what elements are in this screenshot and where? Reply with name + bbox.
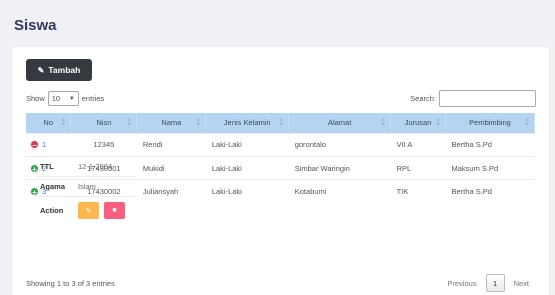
column-header-alamat[interactable]: Alamat ▲ ▼ — [288, 113, 392, 133]
add-button[interactable]: ✎ Tambah — [26, 59, 92, 81]
table-info: Showing 1 to 3 of 3 entries — [26, 279, 115, 288]
agama-value: Islam — [78, 182, 96, 191]
jurusan-cell: RPL — [390, 156, 446, 180]
nama-cell: Rendi — [136, 132, 206, 156]
siswa-card: ✎ Tambah Show 10 ▼ entries Search: No ▲ ▼ … — [12, 47, 549, 295]
detail-action: Action ✎ ■ — [40, 202, 130, 219]
expand-icon[interactable]: + — [30, 186, 39, 197]
nama-cell: Mukidi — [136, 156, 206, 180]
nama-cell: Juliansyah — [136, 179, 206, 203]
column-header-no[interactable]: No ▲ ▼ — [26, 113, 72, 133]
edit-icon: ✎ — [85, 207, 92, 215]
column-header-jurusan[interactable]: Jurusan ▲ ▼ — [390, 113, 447, 133]
sort-icon: ▲ ▼ — [60, 117, 67, 128]
chevron-down-icon: ▼ — [68, 95, 75, 102]
ttl-label: TTL — [40, 162, 54, 171]
row-detail: TTL 12-1-2004 Agama Islam Action ✎ ■ — [26, 156, 535, 219]
expand-icon[interactable]: + — [30, 163, 39, 174]
column-header-pembimbing[interactable]: Pembimbing ▲ ▼ — [445, 113, 535, 133]
edit-icon: ✎ — [37, 65, 45, 75]
column-header-nama[interactable]: Nama ▲ ▼ — [136, 113, 207, 133]
collapse-icon[interactable]: − — [30, 140, 39, 150]
next-button[interactable]: Next — [514, 279, 529, 288]
pagination: Previous 1 Next — [447, 274, 529, 292]
trash-icon: ■ — [112, 207, 117, 214]
sort-icon: ▲ ▼ — [524, 117, 530, 128]
row-detail-panel: TTL 12-1-2004 Agama Islam Action ✎ ■ — [26, 156, 535, 219]
sort-icon: ▲ ▼ — [435, 117, 442, 128]
page-button-1[interactable]: 1 — [485, 274, 505, 292]
alamat-cell: gorontalo — [288, 132, 391, 156]
detail-ttl: TTL 12-1-2004 — [40, 162, 112, 171]
sort-icon: ▲ ▼ — [195, 117, 202, 128]
detail-divider — [36, 176, 136, 177]
sort-icon: ▲ ▼ — [278, 117, 285, 128]
jenis-kelamin-cell: Laki-Laki — [205, 156, 289, 180]
search-label: Search: — [410, 94, 436, 103]
ttl-value: 12-1-2004 — [78, 162, 113, 171]
sort-icon: ▲ ▼ — [380, 117, 387, 128]
pembimbing-cell: Bertha S.Pd — [445, 132, 535, 156]
jurusan-cell: VII A — [390, 132, 446, 156]
entries-length-control: Show 10 ▼ entries — [26, 91, 104, 106]
search-input[interactable] — [439, 90, 536, 107]
table-row: −1 12345 Rendi Laki-Laki gorontalo VII A… — [26, 132, 535, 156]
row-number-cell[interactable]: −1 — [26, 132, 71, 156]
table-header-row: No ▲ ▼ Nisn ▲ ▼ Nama ▲ ▼ Jenis Kelamin ▲ ▼ Alama… — [26, 113, 535, 133]
alamat-cell: Kotabumi — [288, 179, 391, 203]
table-row: +3 17430002 Juliansyah Laki-Laki Kotabum… — [26, 179, 535, 203]
pembimbing-cell: Maksum S.Pd — [445, 156, 535, 180]
agama-label: Agama — [40, 182, 66, 191]
detail-agama: Agama Islam — [40, 182, 96, 191]
nisn-cell: 12345 — [70, 132, 137, 156]
column-header-nisn[interactable]: Nisn ▲ ▼ — [70, 113, 138, 133]
siswa-table: No ▲ ▼ Nisn ▲ ▼ Nama ▲ ▼ Jenis Kelamin ▲ ▼ Alama… — [26, 113, 535, 219]
action-label: Action — [40, 206, 64, 215]
detail-divider — [36, 196, 136, 197]
show-label: Show — [26, 94, 45, 103]
search-control: Search: — [410, 90, 536, 107]
pembimbing-cell: Bertha S.Pd — [445, 179, 535, 203]
alamat-cell: Simbar Waringin — [288, 156, 391, 180]
jurusan-cell: TIK — [390, 179, 446, 203]
sort-icon: ▲ ▼ — [126, 117, 133, 128]
add-button-label: Tambah — [48, 65, 81, 75]
column-header-jenis-kelamin[interactable]: Jenis Kelamin ▲ ▼ — [205, 113, 290, 133]
entries-select[interactable]: 10 ▼ — [47, 91, 79, 106]
page-title: Siswa — [14, 17, 57, 34]
entries-select-value: 10 — [51, 94, 61, 103]
jenis-kelamin-cell: Laki-Laki — [205, 132, 289, 156]
delete-button[interactable]: ■ — [104, 202, 125, 219]
jenis-kelamin-cell: Laki-Laki — [205, 179, 289, 203]
previous-button[interactable]: Previous — [447, 279, 476, 288]
entries-label: entries — [81, 94, 105, 103]
edit-button[interactable]: ✎ — [78, 202, 99, 219]
